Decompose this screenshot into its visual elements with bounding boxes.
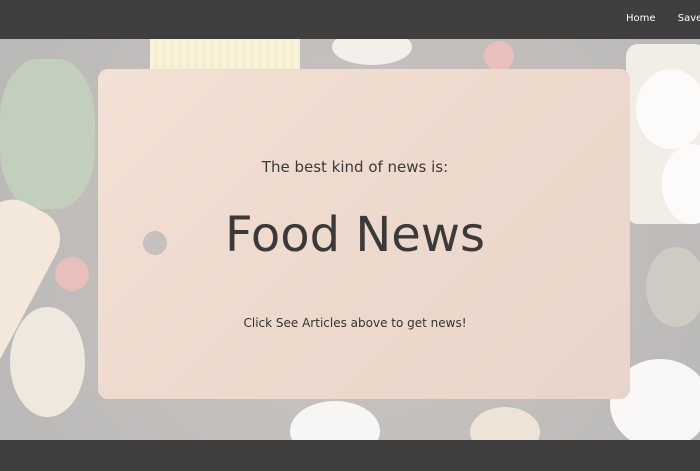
nav-link-saved-articles[interactable]: Saved Articles (678, 13, 700, 24)
hero-hint: Click See Articles above to get news! (243, 316, 467, 330)
hero-text: The best kind of news is: Food News Clic… (0, 39, 700, 440)
nav-link-home[interactable]: Home (626, 13, 656, 24)
hero-title: Food News (224, 207, 486, 263)
hero-subtitle: The best kind of news is: (261, 158, 449, 176)
navbar: Home Saved Articles (0, 0, 700, 39)
hero-banner: The best kind of news is: Food News Clic… (0, 39, 700, 440)
nav-links: Home Saved Articles (626, 13, 700, 24)
footer (0, 440, 700, 471)
